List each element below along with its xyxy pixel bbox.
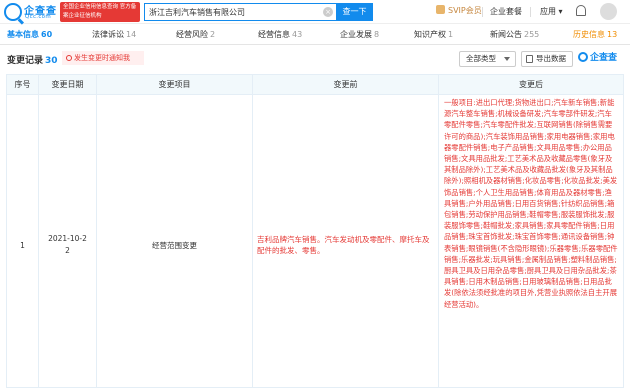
tab-count: 60 [41,30,53,39]
type-filter-dropdown[interactable]: 全部类型 [459,51,516,67]
cell-index: 1 [7,95,39,387]
before-text: 吉利品牌汽车销售。汽车发动机及零配件、摩托车及配件的批发、零售。 [257,235,430,255]
tab-history[interactable]: 历史信息 13 [573,29,617,40]
tab-label: 法律诉讼 [92,30,124,39]
cell-item: 经营范围变更 [97,95,253,387]
table-header: 序号 变更日期 变更项目 变更前 变更后 [7,75,623,95]
cell-after: 一般项目:进出口代理;货物进出口;汽车新车销售;新能源汽车整车销售;机械设备研发… [444,98,618,309]
qcc-logo-icon [578,52,588,62]
filter-label: 全部类型 [466,54,496,63]
top-bar: 企查查 Qcc.com 全国企业信用信息查询 官方备案企业征信机构 浙江吉利汽车… [0,0,630,24]
search-value: 浙江吉利汽车销售有限公司 [149,8,245,17]
tab-label: 基本信息 [7,30,39,39]
tab-news[interactable]: 新闻公告 255 [490,29,539,40]
date-line-1: 2021-10-2 [48,234,87,243]
qcc-logo[interactable]: 企查查 Qcc.com [4,2,58,22]
nav-divider [530,7,531,17]
notify-button[interactable]: 发生变更时通知我 [62,51,144,65]
tab-label: 经营风险 [176,30,208,39]
tab-label: 新闻公告 [490,30,522,39]
chevron-down-icon [504,57,510,61]
table-row: 1 2021-10-2 2 经营范围变更 吉利品牌汽车销售。汽车发动机及零配件、… [7,95,623,387]
nav-apps[interactable]: 应用 ▾ [540,6,563,17]
crown-icon [436,5,445,14]
tab-bar: 基本信息 60 法律诉讼 14 经营风险 2 经营信息 43 企业发展 8 知识产权 1 新… [0,25,630,45]
search-button[interactable]: 查一下 [336,3,373,21]
cell-before: 吉利品牌汽车销售。汽车发动机及零配件、摩托车及配件的批发、零售。 [253,95,439,387]
tab-development[interactable]: 企业发展 8 [340,29,379,40]
tab-label: 历史信息 [573,30,605,39]
export-icon [526,55,533,63]
nav-enterprise-package[interactable]: 企业套餐 [490,6,522,17]
tab-count: 8 [374,30,380,39]
tab-count: 2 [210,30,216,39]
notify-label: 发生变更时通知我 [74,54,130,62]
tab-count: 14 [126,30,137,39]
search-input[interactable]: 浙江吉利汽车销售有限公司 × [144,3,336,21]
cell-date: 2021-10-2 2 [39,95,97,387]
date-text: 2021-10-2 2 [48,233,88,257]
tab-count: 255 [524,30,540,39]
svip-label: SVIP会员 [448,6,482,15]
col-index: 序号 [7,75,39,95]
tab-business-risk[interactable]: 经营风险 2 [176,29,215,40]
logo-subtext: Qcc.com [25,14,51,20]
col-after: 变更后 [519,80,543,89]
tab-count: 43 [292,30,303,39]
change-record-table: 序号 变更日期 变更项目 变更前 变更后 1 2021-10-2 2 经营范围变… [6,74,624,388]
section-title-text: 变更记录 [7,56,44,66]
export-label: 导出数据 [536,54,566,63]
tab-label: 企业发展 [340,30,372,39]
nav-divider [482,7,483,17]
tab-business-info[interactable]: 经营信息 43 [258,29,302,40]
credit-badge: 全国企业信用信息查询 官方备案企业征信机构 [60,2,140,22]
tab-count: 13 [607,30,618,39]
qcc-watermark: 企查查 [578,50,617,63]
clear-icon[interactable]: × [323,7,333,17]
tab-count: 1 [448,30,454,39]
tab-label: 经营信息 [258,30,290,39]
tab-label: 知识产权 [414,30,446,39]
avatar[interactable] [600,3,617,20]
tab-litigation[interactable]: 法律诉讼 14 [92,29,136,40]
bell-icon[interactable] [576,5,586,16]
col-item: 变更项目 [97,75,253,95]
brand-text: 企查查 [590,53,618,63]
date-line-2: 2 [65,246,70,255]
tab-ip[interactable]: 知识产权 1 [414,29,453,40]
change-record-header: 变更记录 30 发生变更时通知我 全部类型 导出数据 企查查 [0,46,630,74]
tab-basic-info[interactable]: 基本信息 60 [7,29,52,40]
magnifier-logo-icon [4,3,22,21]
section-count: 30 [45,56,58,66]
col-date: 变更日期 [39,75,97,95]
export-button[interactable]: 导出数据 [521,51,573,67]
col-before: 变更前 [253,75,439,95]
section-title: 变更记录 30 [7,53,58,66]
svip-link[interactable]: SVIP会员 [436,5,482,16]
clock-icon [66,55,72,61]
